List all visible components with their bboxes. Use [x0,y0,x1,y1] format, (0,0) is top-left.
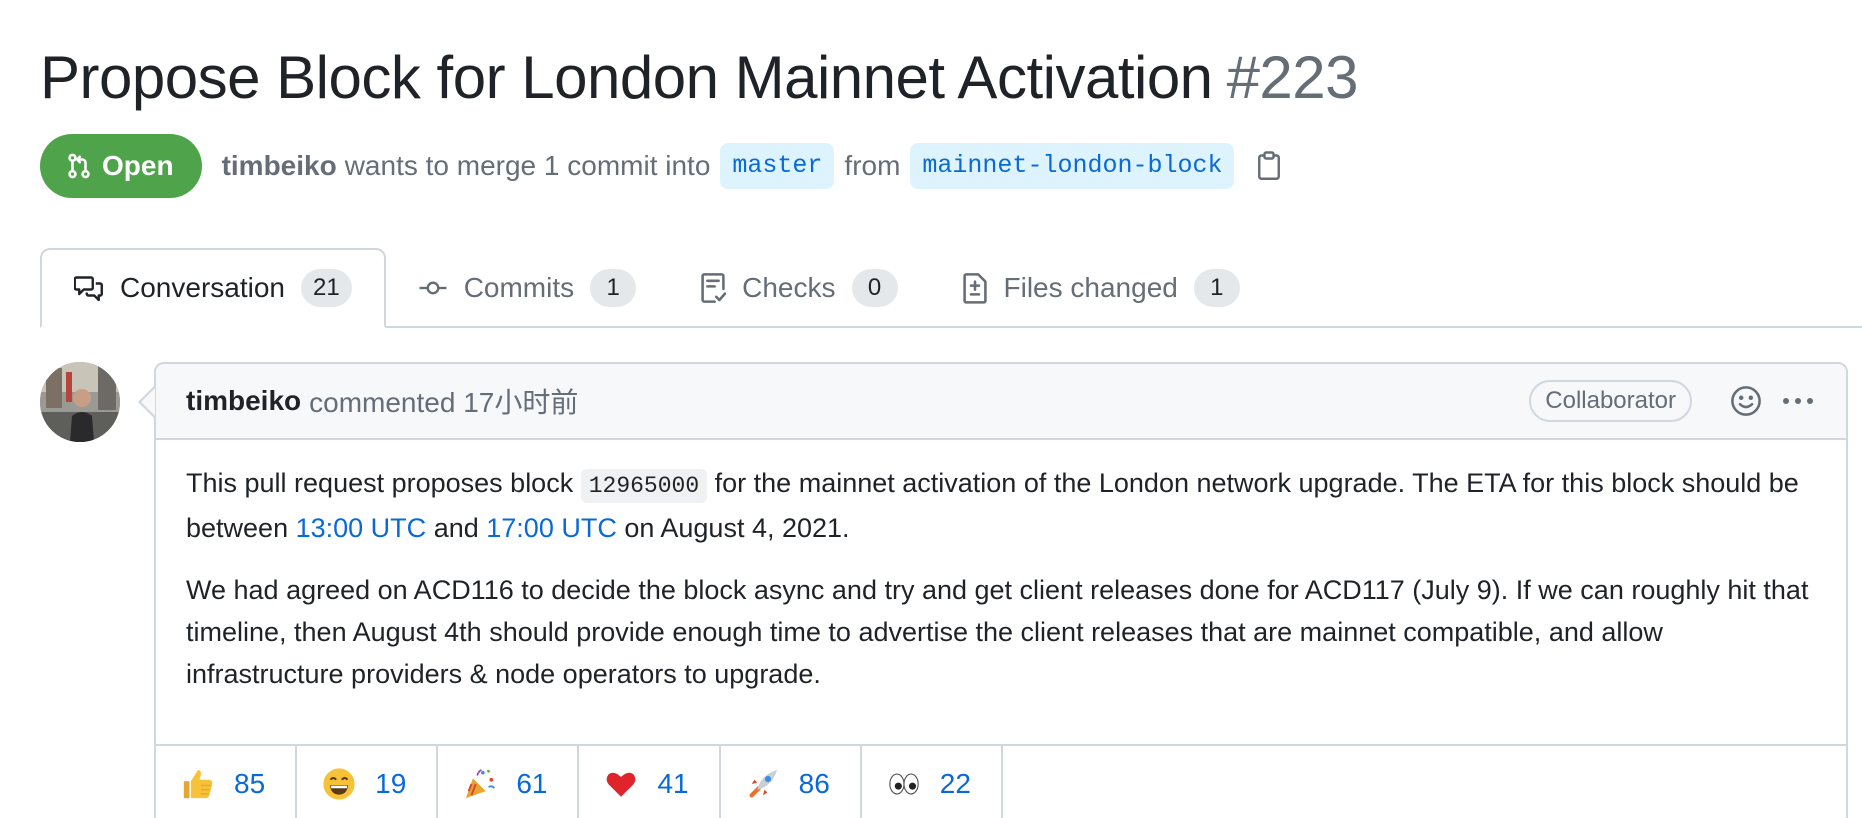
tab-label: Checks [742,272,836,303]
comment-paragraph-1: This pull request proposes block 1296500… [186,462,1816,549]
comment-author-link[interactable]: timbeiko [186,385,301,417]
laugh-icon [321,766,357,802]
reaction-count: 86 [798,768,830,799]
reaction-hooray[interactable]: 61 [438,746,580,818]
tab-files-changed[interactable]: Files changed 1 [930,248,1272,328]
base-branch[interactable]: master [720,143,835,189]
comment-options-button[interactable] [1778,381,1818,421]
reaction-heart[interactable]: 41 [579,746,721,818]
state-label: Open [102,150,174,181]
smiley-icon [1731,386,1761,416]
git-pull-request-icon [68,153,90,179]
time-link-1700[interactable]: 17:00 UTC [486,513,617,543]
comment-header: timbeiko commented 17小时前 Collaborator [156,364,1846,440]
tab-checks[interactable]: Checks 0 [668,248,929,328]
state-badge: Open [40,134,202,198]
rocket-icon [745,766,781,802]
comment-timestamp[interactable]: commented 17小时前 [309,381,578,421]
pr-number: #223 [1226,44,1359,111]
pr-title: Propose Block for London Mainnet Activat… [40,42,1359,114]
tab-commits[interactable]: Commits 1 [386,248,668,328]
party-popper-icon [462,766,498,802]
comment: timbeiko commented 17小时前 Collaborator Th… [154,362,1848,818]
tab-counter: 1 [1193,269,1240,307]
merge-text: wants to merge 1 commit into [344,150,711,181]
from-text: from [844,150,901,181]
pr-meta: Open timbeiko wants to merge 1 commit in… [40,134,1286,198]
pr-title-text: Propose Block for London Mainnet Activat… [40,44,1213,111]
reaction-count: 22 [939,768,971,799]
reaction-count: 85 [234,768,266,799]
comment-discussion-icon [74,274,104,302]
tab-counter: 1 [590,269,637,307]
text: and [433,513,479,543]
copy-branch-button[interactable] [1252,146,1286,186]
text: on August 4, 2021. [624,513,850,543]
pr-author-link[interactable]: timbeiko [222,150,337,182]
reactions-bar: 85 19 61 41 86 22 [156,744,1846,818]
checklist-icon [700,272,727,304]
comment-body: This pull request proposes block 1296500… [156,440,1846,695]
copy-icon [1258,151,1281,180]
reaction-thumbs-up[interactable]: 85 [156,746,298,818]
pr-tabs: Conversation 21 Commits 1 Checks 0 Files… [40,248,1272,328]
reaction-count: 41 [657,768,689,799]
merge-summary: timbeiko wants to merge 1 commit into ma… [222,143,1287,189]
time-link-1300[interactable]: 13:00 UTC [296,513,427,543]
tab-counter: 21 [300,269,352,307]
block-number-code: 12965000 [580,469,708,503]
tab-conversation[interactable]: Conversation 21 [40,248,386,328]
add-reaction-button[interactable] [1726,381,1766,421]
comment-arrow-fill [141,388,155,416]
tab-label: Commits [463,272,575,303]
avatar[interactable] [40,362,120,442]
tab-label: Conversation [120,272,285,303]
reaction-eyes[interactable]: 22 [862,746,1003,818]
git-commit-icon [418,274,448,302]
reaction-count: 61 [516,768,548,799]
reaction-rocket[interactable]: 86 [721,746,862,818]
reaction-count: 19 [375,768,407,799]
pr-page: Propose Block for London Mainnet Activat… [0,0,1862,818]
tab-label: Files changed [1003,272,1178,303]
comment-paragraph-2: We had agreed on ACD116 to decide the bl… [186,575,1809,689]
heart-icon [603,766,639,802]
head-branch[interactable]: mainnet-london-block [910,143,1235,189]
text: This pull request proposes block [186,468,574,498]
reaction-laugh[interactable]: 19 [297,746,439,818]
file-diff-icon [962,272,988,304]
collaborator-badge: Collaborator [1529,380,1692,422]
tab-counter: 0 [851,269,898,307]
eyes-icon [886,766,922,802]
kebab-horizontal-icon [1783,398,1813,404]
thumbs-up-icon [180,766,216,802]
